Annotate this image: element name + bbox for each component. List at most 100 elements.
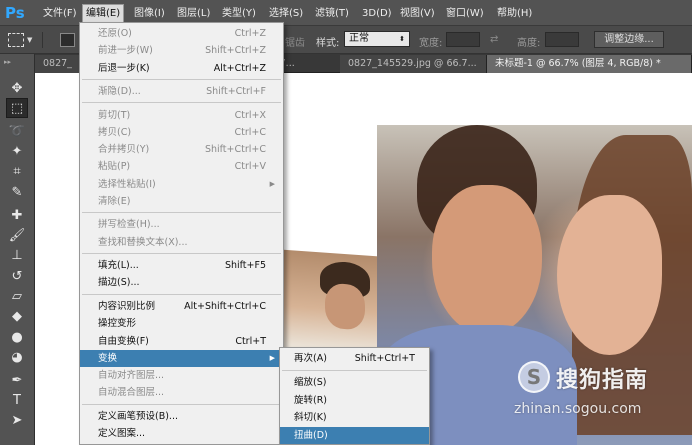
style-select[interactable]: 正常 ⬍ (344, 31, 410, 47)
magic-wand-tool-icon[interactable]: ✦ (6, 142, 28, 162)
menu-separator (82, 253, 281, 255)
menu-item-label: 选择性粘贴(I) (98, 178, 156, 190)
menu-f-0[interactable]: 文件(F) (40, 5, 80, 22)
menu-item[interactable]: 粘贴(P) Ctrl+V (80, 158, 283, 175)
menu-item-label: 斜切(K) (294, 412, 327, 424)
menu-item[interactable]: 描边(S)... (80, 274, 283, 291)
marquee-preset-icon[interactable] (8, 33, 24, 47)
menu-separator (82, 212, 281, 214)
menu-item[interactable]: 拷贝(C) Ctrl+C (80, 124, 283, 141)
doc-tab[interactable]: 0827_ (35, 55, 84, 73)
menu-item[interactable]: 查找和替换文本(X)... (80, 234, 283, 251)
menu-e-1[interactable]: 编辑(E) (82, 4, 125, 23)
menu-w-9[interactable]: 窗口(W) (443, 5, 487, 22)
paint-bucket-tool-icon[interactable]: ◆ (6, 307, 28, 327)
menu-item[interactable]: 拼写检查(H)... (80, 216, 283, 233)
lasso-tool-icon[interactable]: ➰ (6, 121, 28, 141)
healing-brush-tool-icon[interactable]: ✚ (6, 205, 28, 225)
menu-item-shortcut: Shift+F5 (224, 260, 266, 272)
menu-item[interactable]: 渐隐(D)... Shift+Ctrl+F (80, 83, 283, 100)
menu-item[interactable]: 选择性粘贴(I) ▶ (80, 176, 283, 193)
menu-separator (282, 369, 427, 371)
photo-detail-face-left (432, 185, 542, 335)
brush-tool-icon[interactable]: 🖌 (6, 226, 28, 246)
doc-tab[interactable]: 0827_145529.jpg @ 66.7... (340, 55, 487, 73)
menu-item-label: 定义画笔预设(B)... (98, 410, 178, 422)
menu-item-label: 前进一步(W) (98, 45, 153, 57)
preset-dropdown-icon[interactable]: ▼ (27, 36, 32, 44)
menu-separator (82, 293, 281, 295)
menu-item[interactable]: 剪切(T) Ctrl+X (80, 107, 283, 124)
doc-tab-active[interactable]: 未标题-1 @ 66.7% (图层 4, RGB/8) * (487, 55, 692, 73)
width-input[interactable] (446, 32, 480, 47)
menu-i-2[interactable]: 图像(I) (131, 5, 168, 22)
menu-item[interactable]: 填充(L)... Shift+F5 (80, 257, 283, 274)
pen-tool-icon[interactable]: ✒ (6, 370, 28, 390)
path-selection-tool-icon[interactable]: ➤ (6, 411, 28, 431)
menu-d-7[interactable]: 3D(D) (359, 5, 395, 22)
options-divider (42, 32, 43, 48)
menu-item-label: 填充(L)... (98, 260, 139, 272)
menu-t-6[interactable]: 滤镜(T) (312, 5, 352, 22)
transform-submenu: 再次(A) Shift+Ctrl+T 缩放(S) 旋转(R) 斜切(K) 扭曲(D) (279, 347, 430, 445)
menu-s-5[interactable]: 选择(S) (266, 5, 306, 22)
dodge-tool-icon[interactable]: ◕ (6, 347, 28, 367)
menu-y-4[interactable]: 类型(Y) (219, 5, 259, 22)
menu-item-label: 拼写检查(H)... (98, 219, 160, 231)
menu-item-label: 粘贴(P) (98, 161, 131, 173)
crop-tool-icon[interactable]: ⌗ (6, 162, 28, 182)
menu-item[interactable]: 自动混合图层... (80, 384, 283, 401)
menu-item-highlighted[interactable]: 扭曲(D) (280, 426, 429, 444)
menu-item[interactable]: 斜切(K) (280, 409, 429, 426)
marquee-tool-icon[interactable]: ⬚ (6, 98, 28, 119)
menu-item-label: 扭曲(D) (294, 429, 328, 441)
menu-separator (82, 403, 281, 405)
panel-collapse-icon[interactable]: ▸▸ (4, 58, 11, 66)
menu-item-label: 自动混合图层... (98, 387, 165, 399)
menu-item[interactable]: 内容识别比例 Alt+Shift+Ctrl+C (80, 298, 283, 315)
menu-item[interactable]: 定义图案... (80, 425, 283, 442)
menu-item-label: 缩放(S) (294, 377, 327, 389)
menu-item[interactable]: 后退一步(K) Alt+Ctrl+Z (80, 60, 283, 77)
menu-v-8[interactable]: 视图(V) (397, 5, 438, 22)
eraser-tool-icon[interactable]: ▱ (6, 286, 28, 306)
type-tool-icon[interactable]: T (6, 391, 28, 411)
menu-item[interactable]: 前进一步(W) Shift+Ctrl+Z (80, 42, 283, 59)
menu-item[interactable]: 自动对齐图层... (80, 367, 283, 384)
height-input[interactable] (545, 32, 579, 47)
menu-item[interactable]: 合并拷贝(Y) Shift+Ctrl+C (80, 141, 283, 158)
clone-stamp-tool-icon[interactable]: ⊥ (6, 246, 28, 266)
menu-item[interactable]: 旋转(R) (280, 392, 429, 409)
menu-item[interactable]: 定义画笔预设(B)... (80, 408, 283, 425)
menu-item-label: 旋转(R) (294, 394, 328, 406)
menu-item-label: 拷贝(C) (98, 126, 132, 138)
move-tool-icon[interactable]: ✥ (6, 78, 28, 98)
edit-menu-dropdown: 还原(O) Ctrl+Z 前进一步(W) Shift+Ctrl+Z 后退一步(K) Alt… (79, 22, 284, 445)
menu-item-highlighted[interactable]: 变换 ▶ (80, 349, 283, 367)
menu-separator (82, 78, 281, 80)
menu-item[interactable]: 还原(O) Ctrl+Z (80, 25, 283, 42)
menu-item[interactable]: 清除(E) (80, 193, 283, 210)
menu-item-label: 查找和替换文本(X)... (98, 236, 188, 248)
menu-item[interactable]: 操控变形 (80, 315, 283, 332)
sogou-logo-icon: S (518, 361, 550, 393)
menu-item-label: 操控变形 (98, 318, 137, 330)
menu-item[interactable]: 再次(A) Shift+Ctrl+T (280, 350, 429, 367)
refine-edge-button[interactable]: 调整边缘... (594, 31, 664, 48)
menu-item-label: 描边(S)... (98, 277, 140, 289)
menu-item-shortcut: Alt+Ctrl+Z (213, 62, 266, 74)
swap-icon[interactable]: ⇄ (490, 34, 498, 45)
eyedropper-tool-icon[interactable]: ✎ (6, 182, 28, 202)
menu-item[interactable]: 缩放(S) (280, 374, 429, 391)
width-label: 宽度: (419, 38, 443, 49)
submenu-arrow-icon: ▶ (269, 353, 275, 362)
menu-item-shortcut: Ctrl+X (234, 109, 266, 121)
new-selection-icon[interactable] (60, 33, 75, 47)
menu-item-label: 渐隐(D)... (98, 86, 141, 98)
menu-h-10[interactable]: 帮助(H) (494, 5, 535, 22)
menu-l-3[interactable]: 图层(L) (174, 5, 213, 22)
blur-tool-icon[interactable]: ● (6, 327, 28, 347)
select-arrows-icon: ⬍ (399, 35, 405, 43)
menu-item[interactable]: 自由变换(F) Ctrl+T (80, 333, 283, 350)
history-brush-tool-icon[interactable]: ↺ (6, 266, 28, 286)
